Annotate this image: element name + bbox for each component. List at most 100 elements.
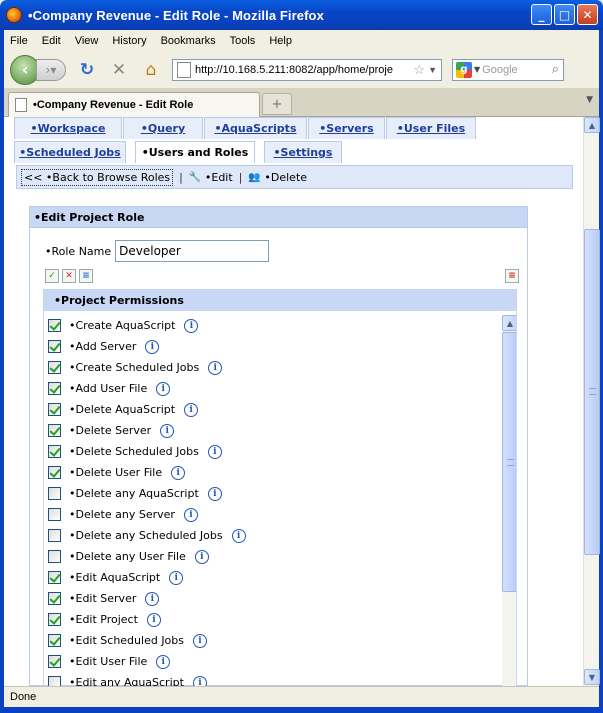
info-icon[interactable]: i [145,591,160,606]
close-button[interactable]: ✕ [577,4,598,25]
tab-aquascripts[interactable]: •AquaScripts [204,117,307,139]
permission-checkbox[interactable] [48,403,61,416]
url-bar[interactable]: http://10.168.5.211:8082/app/home/proje … [172,58,442,81]
info-icon[interactable]: i [207,444,222,459]
browser-tab-active[interactable]: •Company Revenue - Edit Role [8,92,260,117]
permission-checkbox[interactable] [48,424,61,437]
delete-button[interactable]: 👥 •Delete [248,171,307,184]
permission-checkbox[interactable] [48,529,61,542]
page-scroll-grip-icon [589,388,596,395]
page-scroll-down-arrow-icon[interactable]: ▼ [584,669,600,685]
search-engine-dropdown-icon[interactable]: ▼ [474,65,480,74]
edit-button[interactable]: 🔧 •Edit [189,171,233,184]
permission-checkbox[interactable] [48,592,61,605]
window-frame-bottom [0,707,603,713]
window-title-bar[interactable]: •Company Revenue - Edit Role - Mozilla F… [0,0,603,30]
tab-settings[interactable]: •Settings [264,141,342,163]
tab-users-and-roles[interactable]: •Users and Roles [135,141,255,163]
info-icon[interactable]: i [145,339,160,354]
status-bar: Done [4,686,599,707]
google-icon[interactable]: g [456,61,472,78]
tab-scheduled-jobs[interactable]: •Scheduled Jobs [14,141,126,163]
permissions-scrollbar[interactable]: ▲ [502,315,516,686]
url-dropdown-icon[interactable]: ▼ [428,65,437,75]
menu-view[interactable]: View [75,35,99,47]
select-all-icon[interactable]: ✓ [45,269,59,283]
info-icon[interactable]: i [183,507,198,522]
info-icon[interactable]: i [192,675,207,686]
invert-selection-icon[interactable]: ≡ [79,269,93,283]
menu-edit[interactable]: Edit [42,35,61,47]
menu-help[interactable]: Help [269,35,292,47]
toolbar-separator: | [179,170,183,184]
search-input[interactable]: Google [482,64,552,76]
info-icon[interactable]: i [207,486,222,501]
tab-query[interactable]: •Query [123,117,203,139]
info-icon[interactable]: i [184,402,199,417]
panel-title: •Edit Project Role [30,207,527,228]
permission-checkbox[interactable] [48,340,61,353]
bookmark-star-icon[interactable]: ☆ [413,62,425,78]
permission-checkbox[interactable] [48,655,61,668]
permission-checkbox[interactable] [48,319,61,332]
menu-file[interactable]: File [10,35,28,47]
search-box[interactable]: g ▼ Google ⌕ [452,58,564,81]
permission-checkbox[interactable] [48,676,61,686]
tab-servers[interactable]: •Servers [308,117,385,139]
forward-arrow-icon[interactable]: ›▾ [36,58,66,81]
permission-checkbox[interactable] [48,445,61,458]
tab-list-dropdown-icon[interactable]: ▼ [586,95,593,105]
url-text[interactable]: http://10.168.5.211:8082/app/home/proje [195,64,410,76]
permission-label: •Edit Project [69,613,138,626]
permission-checkbox[interactable] [48,466,61,479]
info-icon[interactable]: i [208,360,223,375]
permission-label: •Create Scheduled Jobs [69,361,200,374]
delete-label: •Delete [264,170,308,184]
permission-checkbox[interactable] [48,613,61,626]
role-name-row: •Role Name [45,240,270,262]
menu-bar: File Edit View History Bookmarks Tools H… [4,30,599,51]
project-permissions-box: •Project Permissions •Create AquaScript i… [43,289,517,686]
info-icon[interactable]: i [156,654,171,669]
menu-tools[interactable]: Tools [230,35,256,47]
page-scroll-up-arrow-icon[interactable]: ▲ [584,117,600,133]
tab-user-files[interactable]: •User Files [386,117,476,139]
reload-icon[interactable]: ↻ [76,59,98,81]
permission-checkbox[interactable] [48,382,61,395]
info-icon[interactable]: i [160,423,175,438]
scroll-up-arrow-icon[interactable]: ▲ [502,315,516,331]
reset-permissions-icon[interactable]: ≡ [505,269,519,283]
permission-label: •Delete any User File [69,550,186,563]
home-icon[interactable]: ⌂ [140,59,162,81]
stop-icon[interactable]: ✕ [108,59,130,81]
maximize-button[interactable]: □ [554,4,575,25]
permission-checkbox[interactable] [48,571,61,584]
info-icon[interactable]: i [231,528,246,543]
permission-item: •Create Scheduled Jobs i [44,357,502,378]
deselect-all-icon[interactable]: ✕ [62,269,76,283]
info-icon[interactable]: i [146,612,161,627]
info-icon[interactable]: i [156,381,171,396]
info-icon[interactable]: i [169,570,184,585]
info-icon[interactable]: i [194,549,209,564]
scroll-thumb[interactable] [502,332,516,592]
info-icon[interactable]: i [193,633,208,648]
permission-checkbox[interactable] [48,508,61,521]
page-scrollbar[interactable]: ▲ ▼ [583,117,600,686]
permission-checkbox[interactable] [48,634,61,647]
info-icon[interactable]: i [171,465,186,480]
info-icon[interactable]: i [184,318,199,333]
back-to-browse-roles-link[interactable]: << •Back to Browse Roles [21,168,174,186]
tab-workspace[interactable]: •Workspace [14,117,122,139]
magnifier-icon[interactable]: ⌕ [552,62,559,77]
permission-checkbox[interactable] [48,487,61,500]
menu-bookmarks[interactable]: Bookmarks [161,35,216,47]
permission-checkbox[interactable] [48,361,61,374]
minimize-button[interactable]: _ [531,4,552,25]
role-name-input[interactable] [115,240,270,262]
permission-item: •Edit AquaScript i [44,567,502,588]
new-tab-button[interactable]: + [262,93,292,115]
menu-history[interactable]: History [112,35,146,47]
permission-checkbox[interactable] [48,550,61,563]
page-scroll-thumb[interactable] [584,229,600,555]
